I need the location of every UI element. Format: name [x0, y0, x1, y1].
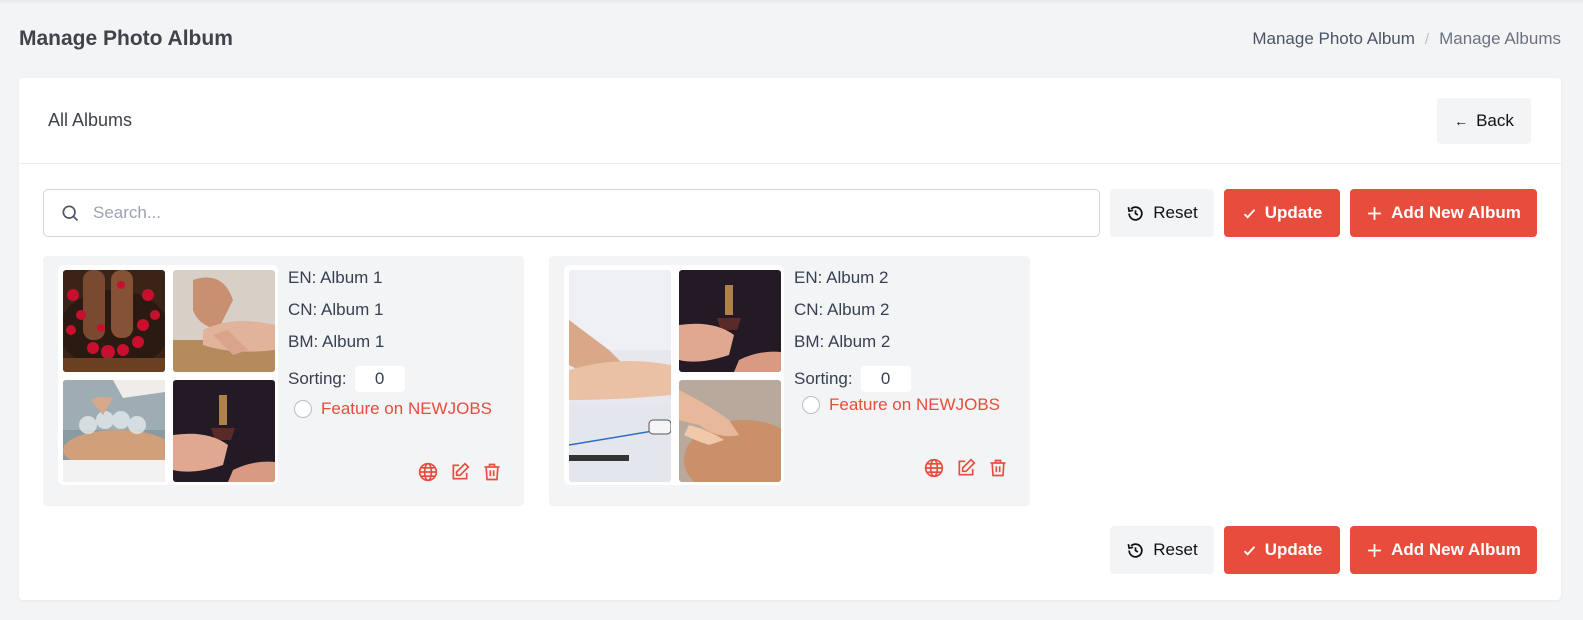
- update-button[interactable]: Update: [1224, 526, 1340, 574]
- album-image-back-massage: [679, 380, 781, 482]
- feature-toggle[interactable]: Feature on NEWJOBS: [294, 399, 492, 419]
- album-name-bm: BM: Album 1: [288, 332, 385, 351]
- album-image-foot-bath: [63, 270, 165, 372]
- feature-radio[interactable]: [802, 396, 820, 414]
- toolbar: Reset Update Add New Album: [43, 189, 1537, 237]
- sorting-row: Sorting:: [794, 363, 1000, 395]
- breadcrumb-item-manage-albums: Manage Albums: [1439, 29, 1561, 48]
- album-image-moxibustion: [679, 270, 781, 372]
- sorting-input[interactable]: [354, 366, 405, 392]
- history-icon: [1127, 205, 1143, 221]
- back-button[interactable]: ← Back: [1437, 97, 1531, 144]
- album-actions: [924, 458, 1008, 478]
- edit-icon[interactable]: [450, 462, 470, 482]
- update-label: Update: [1264, 540, 1323, 559]
- album-name-cn: CN: Album 2: [794, 300, 890, 319]
- add-new-album-label: Add New Album: [1391, 203, 1521, 222]
- search-box: [43, 189, 1100, 237]
- page-title: Manage Photo Album: [19, 27, 233, 50]
- back-label: Back: [1476, 110, 1514, 130]
- album-card: EN: Album 2 CN: Album 2 BM: Album 2 Sort…: [549, 256, 1030, 506]
- album-image-acupuncture: [173, 270, 275, 372]
- sorting-row: Sorting:: [288, 363, 492, 395]
- reset-label: Reset: [1153, 203, 1198, 222]
- album-name-cn: CN: Album 1: [288, 300, 384, 319]
- page-header: Manage Photo Album Manage Photo Album / …: [19, 24, 1561, 54]
- sorting-input[interactable]: [860, 366, 911, 392]
- add-new-album-button[interactable]: Add New Album: [1350, 189, 1537, 237]
- feature-radio[interactable]: [294, 400, 312, 418]
- trash-icon[interactable]: [482, 462, 502, 482]
- album-name-en: EN: Album 1: [288, 268, 383, 287]
- globe-icon[interactable]: [418, 462, 438, 482]
- sorting-label: Sorting:: [288, 369, 347, 388]
- history-icon: [1127, 542, 1143, 558]
- reset-label: Reset: [1153, 540, 1198, 559]
- search-input[interactable]: [93, 203, 993, 223]
- album-card: EN: Album 1 CN: Album 1 BM: Album 1 Sort…: [43, 256, 524, 506]
- breadcrumb: Manage Photo Album / Manage Albums: [1252, 29, 1561, 49]
- album-info: EN: Album 2 CN: Album 2 BM: Album 2 Sort…: [794, 267, 1000, 415]
- breadcrumb-separator: /: [1424, 30, 1430, 48]
- album-image-cupping: [63, 380, 165, 482]
- reset-button[interactable]: Reset: [1110, 189, 1214, 237]
- album-name-bm: BM: Album 2: [794, 332, 891, 351]
- toolbar-buttons: Reset Update Add New Album: [1110, 189, 1537, 237]
- check-icon: [1243, 545, 1255, 556]
- search-icon: [62, 205, 79, 222]
- card-header: All Albums ← Back: [19, 78, 1561, 164]
- album-info: EN: Album 1 CN: Album 1 BM: Album 1 Sort…: [288, 267, 492, 419]
- plus-icon: [1368, 543, 1382, 557]
- arrow-left-icon: ←: [1454, 112, 1469, 129]
- check-icon: [1243, 208, 1255, 219]
- plus-icon: [1368, 206, 1382, 220]
- footer-buttons: Reset Update Add New Album: [1110, 526, 1537, 574]
- albums-card: All Albums ← Back Reset Update Add New A…: [19, 78, 1561, 600]
- globe-icon[interactable]: [924, 458, 944, 478]
- update-button[interactable]: Update: [1224, 189, 1340, 237]
- album-image-pulse-diagnosis: [569, 270, 671, 482]
- feature-toggle[interactable]: Feature on NEWJOBS: [802, 395, 1000, 415]
- album-actions: [418, 462, 502, 482]
- sorting-label: Sorting:: [794, 369, 853, 388]
- update-label: Update: [1264, 203, 1323, 222]
- album-name-en: EN: Album 2: [794, 268, 889, 287]
- reset-button[interactable]: Reset: [1110, 526, 1214, 574]
- breadcrumb-item-manage-photo-album[interactable]: Manage Photo Album: [1252, 29, 1415, 49]
- album-thumbnails[interactable]: [564, 265, 784, 485]
- trash-icon[interactable]: [988, 458, 1008, 478]
- album-thumbnails[interactable]: [58, 265, 278, 485]
- feature-label: Feature on NEWJOBS: [321, 399, 493, 418]
- album-image-moxibustion: [173, 380, 275, 482]
- add-new-album-button[interactable]: Add New Album: [1350, 526, 1537, 574]
- feature-label: Feature on NEWJOBS: [829, 395, 1001, 414]
- top-shadow: [0, 0, 1583, 4]
- edit-icon[interactable]: [956, 458, 976, 478]
- album-list: EN: Album 1 CN: Album 1 BM: Album 1 Sort…: [43, 256, 1030, 506]
- add-new-album-label: Add New Album: [1391, 540, 1521, 559]
- card-title: All Albums: [48, 110, 133, 130]
